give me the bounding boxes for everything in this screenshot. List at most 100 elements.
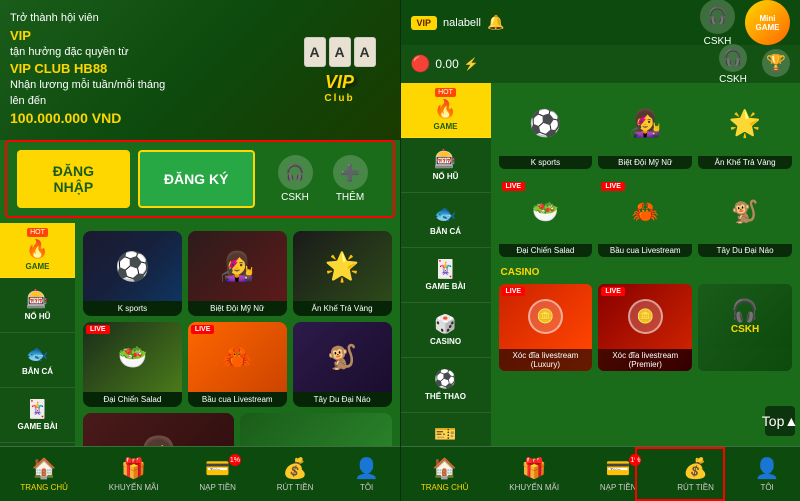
user-icon-right: 👤: [755, 456, 780, 481]
coin-icon-right: 🔴: [411, 54, 431, 74]
sidebar-item-hot-game[interactable]: HOT 🔥 GAME: [0, 223, 75, 278]
thethao-label-right: THỂ THAO: [425, 392, 466, 402]
bottom-nav-toi-left[interactable]: 👤 TÔI: [354, 456, 379, 492]
trang-chu-label-right: TRANG CHỦ: [421, 483, 469, 492]
lightning-icon: ⚡: [464, 57, 479, 71]
them-icon-left[interactable]: ➕ THÊM: [333, 155, 368, 203]
user-icon-left: 👤: [354, 456, 379, 481]
game-name-ksports: K sports: [83, 301, 182, 316]
game-card-ksports[interactable]: ⚽ K sports: [83, 231, 182, 316]
right-game-thumb-bau-cua: LIVE 🦀: [598, 179, 692, 244]
card-icon-right: 🃏: [434, 259, 456, 280]
game-name-bau-cua: Bầu cua Livestream: [188, 392, 287, 407]
game-thumb-tay-du: 🐒: [293, 322, 392, 392]
headphone-icon-left: 🎧: [278, 155, 313, 190]
bottom-nav-khuyen-mai-right[interactable]: 🎁 KHUYẾN MÃI: [509, 456, 559, 492]
sidebar-item-ban-ca[interactable]: 🐟 BẮN CÁ: [0, 333, 75, 388]
nohu-label-right: NỔ HŨ: [433, 172, 459, 182]
vip-badge-right: VIP: [411, 16, 438, 30]
bottom-nav-toi-right[interactable]: 👤 TÔI: [755, 456, 780, 492]
card-icon-left: 🃏: [26, 399, 48, 420]
bell-icon-right[interactable]: 🔔: [487, 14, 504, 31]
banner-club: VIP CLUB HB88: [10, 60, 390, 78]
bottom-nav-khuyen-mai-left[interactable]: 🎁 KHUYẾN MÃI: [109, 456, 159, 492]
fire-icon-left: 🔥: [26, 239, 48, 260]
banner-text: Trở thành hội viên VIP tận hưởng đặc quy…: [10, 11, 390, 129]
right-game-card-xoc-dia-premier[interactable]: LIVE 🪙 Xóc đĩa livestream (Premier): [598, 284, 692, 371]
right-game-grid-bottom: LIVE 🥗 Đại Chiến Salad LIVE 🦀 Bầu cua Li…: [499, 179, 793, 257]
right-sidebar-casino[interactable]: 🎲 CASINO: [401, 303, 491, 358]
game-card-casino-girl[interactable]: 👩: [83, 413, 234, 446]
card-icon-bottom-right: 💳: [606, 456, 631, 481]
top-arrow-button[interactable]: Top ▲: [765, 406, 795, 436]
right-game-card-biet-doi[interactable]: 👩‍🎤 Biệt Đội Mỹ Nữ: [598, 91, 692, 169]
game-card-bau-cua[interactable]: LIVE 🦀 Bầu cua Livestream: [188, 322, 287, 407]
right-sidebar-game-bai[interactable]: 🃏 GAME BÀI: [401, 248, 491, 303]
right-game-card-an-khe[interactable]: 🌟 Ăn Khế Trả Vàng: [698, 91, 792, 169]
mini-game-badge[interactable]: MiniGAME: [745, 0, 790, 45]
game-name-dai-chien: Đại Chiến Salad: [83, 392, 182, 407]
sidebar-item-no-hu[interactable]: 🎰 NỔ HŨ: [0, 278, 75, 333]
right-game-card-dai-chien[interactable]: LIVE 🥗 Đại Chiến Salad: [499, 179, 593, 257]
game-name-tay-du: Tây Du Đại Náo: [293, 392, 392, 407]
bottom-nav-rut-tien-right[interactable]: 💰 RÚT TIỀN: [677, 456, 714, 492]
card-icon-bottom-left: 💳: [205, 456, 230, 481]
bottom-nav-trang-chu-right[interactable]: 🏠 TRANG CHỦ: [421, 456, 469, 492]
sidebar-item-game-bai[interactable]: 🃏 GAME BÀI: [0, 388, 75, 443]
cskh-icon-right[interactable]: 🎧 CSKH: [700, 0, 735, 47]
cskh-icon-left[interactable]: 🎧 CSKH: [278, 155, 313, 203]
game-card-cskh-left[interactable]: CSKH: [240, 413, 391, 446]
bottom-nav-nap-tien-left[interactable]: 💳 1% NẠP TIỀN: [199, 456, 236, 492]
xoc-dia-luxury-visual: 🪙: [528, 299, 563, 334]
gamebai-label-right: GAME BÀI: [426, 282, 466, 292]
bottom-nav-nap-tien-right[interactable]: 💳 1% NẠP TIỀN: [600, 456, 637, 492]
nap-tien-label-right: NẠP TIỀN: [600, 483, 637, 492]
game-card-tay-du[interactable]: 🐒 Tây Du Đại Náo: [293, 322, 392, 407]
right-sidebar-xo-so[interactable]: 🎫 XỔ SỐ: [401, 413, 491, 446]
game-card-dai-chien[interactable]: LIVE 🥗 Đại Chiến Salad: [83, 322, 182, 407]
right-sidebar-no-hu[interactable]: 🎰 NỔ HŨ: [401, 138, 491, 193]
game-card-an-khe[interactable]: 🌟 Ăn Khế Trả Vàng: [293, 231, 392, 316]
trophy-right[interactable]: 🏆: [762, 49, 790, 79]
banner-line3: Nhận lương mỗi tuần/mỗi tháng: [10, 78, 390, 93]
cskh-right-small[interactable]: 🎧 CSKH: [719, 44, 747, 85]
game-card-biet-doi[interactable]: 👩‍🎤 Biệt Đội Mỹ Nữ: [188, 231, 287, 316]
fish-icon-left: 🐟: [26, 344, 48, 365]
rut-tien-label-right: RÚT TIỀN: [677, 483, 714, 492]
fish-icon-right: 🐟: [434, 204, 456, 225]
live-badge-dai-chien-right: LIVE: [502, 182, 526, 191]
bottom-nav-rut-tien-left[interactable]: 💰 RÚT TIỀN: [277, 456, 314, 492]
casino-section-title: CASINO: [499, 267, 793, 278]
bottom-nav-trang-chu-left[interactable]: 🏠 TRANG CHỦ: [20, 456, 68, 492]
bottom-nav-left: 🏠 TRANG CHỦ 🎁 KHUYẾN MÃI 💳 1% NẠP TIỀN 💰…: [0, 446, 400, 501]
right-game-card-ksports[interactable]: ⚽ K sports: [499, 91, 593, 169]
game-name-an-khe: Ăn Khế Trả Vàng: [293, 301, 392, 316]
xoc-dia-premier-visual: 🪙: [628, 299, 663, 334]
trang-chu-label-left: TRANG CHỦ: [20, 483, 68, 492]
rut-tien-label-left: RÚT TIỀN: [277, 483, 314, 492]
right-sidebar-ban-ca[interactable]: 🐟 BẮN CÁ: [401, 193, 491, 248]
sidebar-left: HOT 🔥 GAME 🎰 NỔ HŨ 🐟 BẮN CÁ 🃏 GAME BÀI 🎲…: [0, 223, 75, 446]
them-label-left: THÊM: [336, 192, 364, 203]
banner-line2: tận hưởng đặc quyền từ: [10, 45, 390, 60]
an-khe-visual: 🌟: [293, 231, 392, 301]
right-sidebar-the-thao[interactable]: ⚽ THỂ THAO: [401, 358, 491, 413]
right-game-card-cskh[interactable]: 🎧 CSKH: [698, 284, 792, 371]
khuyen-mai-label-right: KHUYẾN MÃI: [509, 483, 559, 492]
right-header-left: VIP nalabell 🔔: [411, 14, 505, 31]
nap-tien-badge-right: 1%: [629, 454, 641, 466]
ksports-visual: ⚽: [83, 231, 182, 301]
live-badge-xoc-dia-premier: LIVE: [601, 287, 625, 296]
live-badge-xoc-dia-luxury: LIVE: [502, 287, 526, 296]
banner-line1: Trở thành hội viên: [10, 11, 390, 26]
right-game-thumb-dai-chien: LIVE 🥗: [499, 179, 593, 244]
right-game-card-tay-du[interactable]: 🐒 Tây Du Đại Náo: [698, 179, 792, 257]
casino-label-right: CASINO: [430, 337, 461, 347]
gift-icon-right: 🎁: [522, 456, 547, 481]
login-button[interactable]: ĐĂNG NHẬP: [17, 150, 130, 208]
register-button[interactable]: ĐĂNG KÝ: [138, 150, 255, 208]
right-game-card-xoc-dia-luxury[interactable]: LIVE 🪙 Xóc đĩa livestream (Luxury): [499, 284, 593, 371]
right-sidebar-hot-game[interactable]: HOT 🔥 GAME: [401, 83, 491, 138]
top-label: Top: [762, 413, 785, 429]
right-game-card-bau-cua[interactable]: LIVE 🦀 Bầu cua Livestream: [598, 179, 692, 257]
